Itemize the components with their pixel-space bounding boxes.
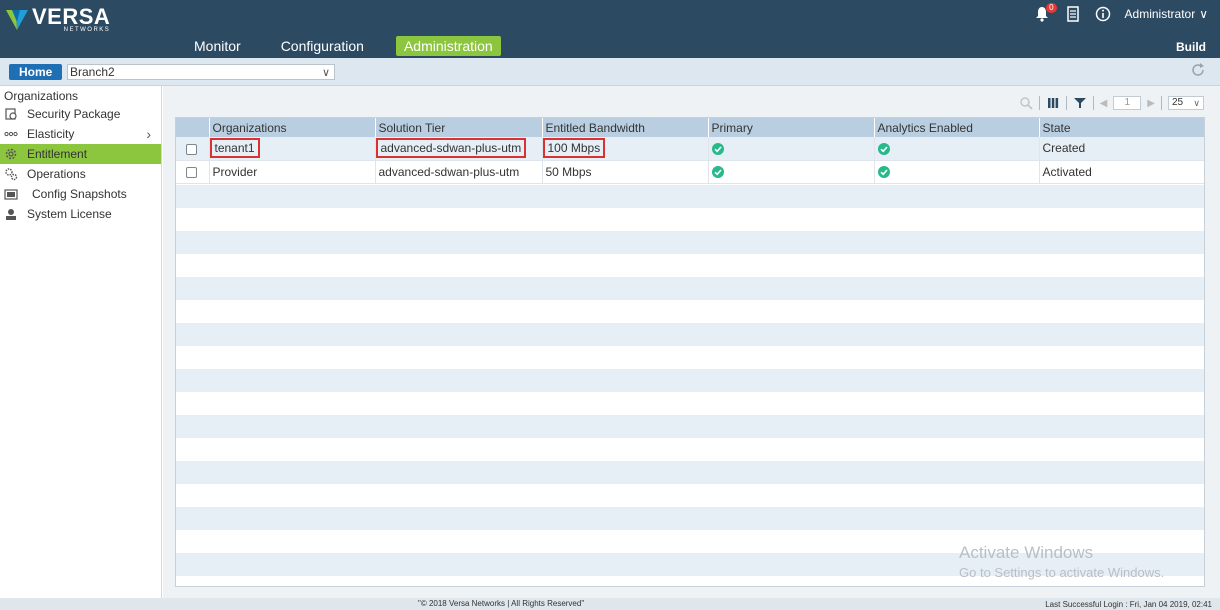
elasticity-icon [4,131,18,137]
state-cell: Activated [1039,160,1204,184]
column-header-solution-tier[interactable]: Solution Tier [375,118,543,137]
bandwidth-cell: 100 Mbps [542,138,606,159]
solution-tier-cell: advanced-sdwan-plus-utm [375,138,527,159]
solution-tier-cell: advanced-sdwan-plus-utm [375,160,543,184]
build-button[interactable]: Build [1176,40,1206,54]
footer: "© 2018 Versa Networks | All Rights Rese… [0,598,1220,610]
sidebar-item-security-package[interactable]: Security Package [0,104,161,124]
versa-logo-icon [6,9,28,30]
table-header-row: Organizations Solution Tier Entitled Ban… [176,118,1204,137]
gear-icon [5,148,17,160]
sidebar-item-system-license[interactable]: System License [0,204,161,224]
check-circle-icon [711,166,724,179]
main-nav: Monitor Configuration Administration [186,36,525,56]
empty-rows [176,185,1204,586]
sidebar: Organizations Security Package Elasticit… [0,86,162,598]
context-bar: Home Branch2 ∨ [0,58,1220,86]
nav-configuration[interactable]: Configuration [273,36,372,56]
toolbar-divider [1065,96,1067,110]
last-login-text: Last Successful Login : Fri, Jan 04 2019… [1045,600,1212,609]
main-content: ◀ 1 ▶ 25 ∨ Organizations Solution Tier E… [163,86,1220,598]
home-button[interactable]: Home [9,64,63,80]
security-package-icon [5,108,17,120]
toolbar-divider [1038,96,1040,110]
appliance-select[interactable]: Branch2 ∨ [67,64,335,80]
table-row[interactable]: Provider advanced-sdwan-plus-utm 50 Mbps… [176,160,1204,184]
nav-monitor[interactable]: Monitor [186,36,249,56]
license-icon [6,209,16,220]
refresh-icon[interactable] [1190,62,1206,78]
appliance-select-value: Branch2 [70,65,115,79]
bandwidth-cell: 50 Mbps [542,160,709,184]
row-checkbox[interactable] [186,143,197,155]
sidebar-item-label: Entitlement [27,147,88,161]
chevron-right-icon: › [146,126,151,142]
watermark-subtitle: Go to Settings to activate Windows. [959,565,1165,580]
organizations-table: Organizations Solution Tier Entitled Ban… [175,117,1205,587]
chevron-down-icon: ∨ [1199,7,1208,21]
sidebar-item-elasticity[interactable]: Elasticity › [0,124,161,144]
snapshot-icon [4,189,18,200]
user-name: Administrator [1124,7,1196,21]
user-menu[interactable]: Administrator ∨ [1125,7,1208,21]
row-checkbox[interactable] [186,166,197,178]
chevron-down-icon: ∨ [321,67,330,79]
column-header-organizations[interactable]: Organizations [209,118,376,137]
org-name-cell: tenant1 [209,138,260,159]
logo-title: VERSA [32,4,111,29]
sidebar-item-label: System License [27,207,112,221]
grid-toolbar: ◀ 1 ▶ 25 ∨ [1019,94,1204,112]
info-icon[interactable] [1095,6,1111,22]
chevron-down-icon: ∨ [1193,98,1200,108]
page-size-value: 25 [1172,97,1184,108]
columns-icon[interactable] [1046,96,1060,110]
sidebar-item-label: Operations [27,167,86,181]
copyright-text: "© 2018 Versa Networks | All Rights Rese… [418,599,585,608]
sidebar-item-entitlement[interactable]: Entitlement [0,144,161,164]
state-cell: Created [1039,137,1204,161]
versa-logo[interactable]: VERSA NETWORKS [6,6,110,33]
sidebar-item-operations[interactable]: Operations [0,164,161,184]
zoom-icon[interactable] [1019,96,1033,110]
check-circle-icon [711,143,724,156]
check-circle-icon [877,166,890,179]
toolbar-divider [1092,96,1094,110]
org-name-cell: Provider [209,160,376,184]
check-circle-icon [877,143,890,156]
column-header-state[interactable]: State [1039,118,1204,137]
column-header-analytics-enabled[interactable]: Analytics Enabled [874,118,1040,137]
toolbar-divider [1161,96,1162,110]
column-header-primary[interactable]: Primary [708,118,875,137]
sidebar-item-config-snapshots[interactable]: Config Snapshots [0,184,161,204]
filter-icon[interactable] [1073,96,1087,110]
previous-page-icon[interactable]: ◀ [1100,98,1108,109]
page-size-select[interactable]: 25 ∨ [1168,96,1204,110]
column-header-entitled-bandwidth[interactable]: Entitled Bandwidth [542,118,709,137]
sidebar-item-label: Elasticity [27,127,75,141]
alerts-button[interactable]: 0 [1035,3,1057,22]
table-row[interactable]: tenant1 advanced-sdwan-plus-utm 100 Mbps… [176,137,1204,161]
sidebar-item-label: Security Package [27,107,121,121]
select-column-header [176,118,210,137]
nav-administration[interactable]: Administration [395,36,501,56]
gears-icon [5,168,18,181]
header-actions: 0 Administrator ∨ [1035,3,1208,22]
watermark-title: Activate Windows [959,543,1094,562]
sidebar-title: Organizations [4,89,79,103]
tasks-icon[interactable] [1065,6,1081,22]
windows-activation-watermark: Activate Windows Go to Settings to activ… [959,543,1164,580]
page-number-input[interactable]: 1 [1113,96,1142,110]
sidebar-item-label: Config Snapshots [32,187,127,201]
alerts-count-badge: 0 [1046,3,1057,13]
top-header: VERSA NETWORKS Monitor Configuration Adm… [0,0,1220,58]
next-page-icon[interactable]: ▶ [1147,98,1155,109]
